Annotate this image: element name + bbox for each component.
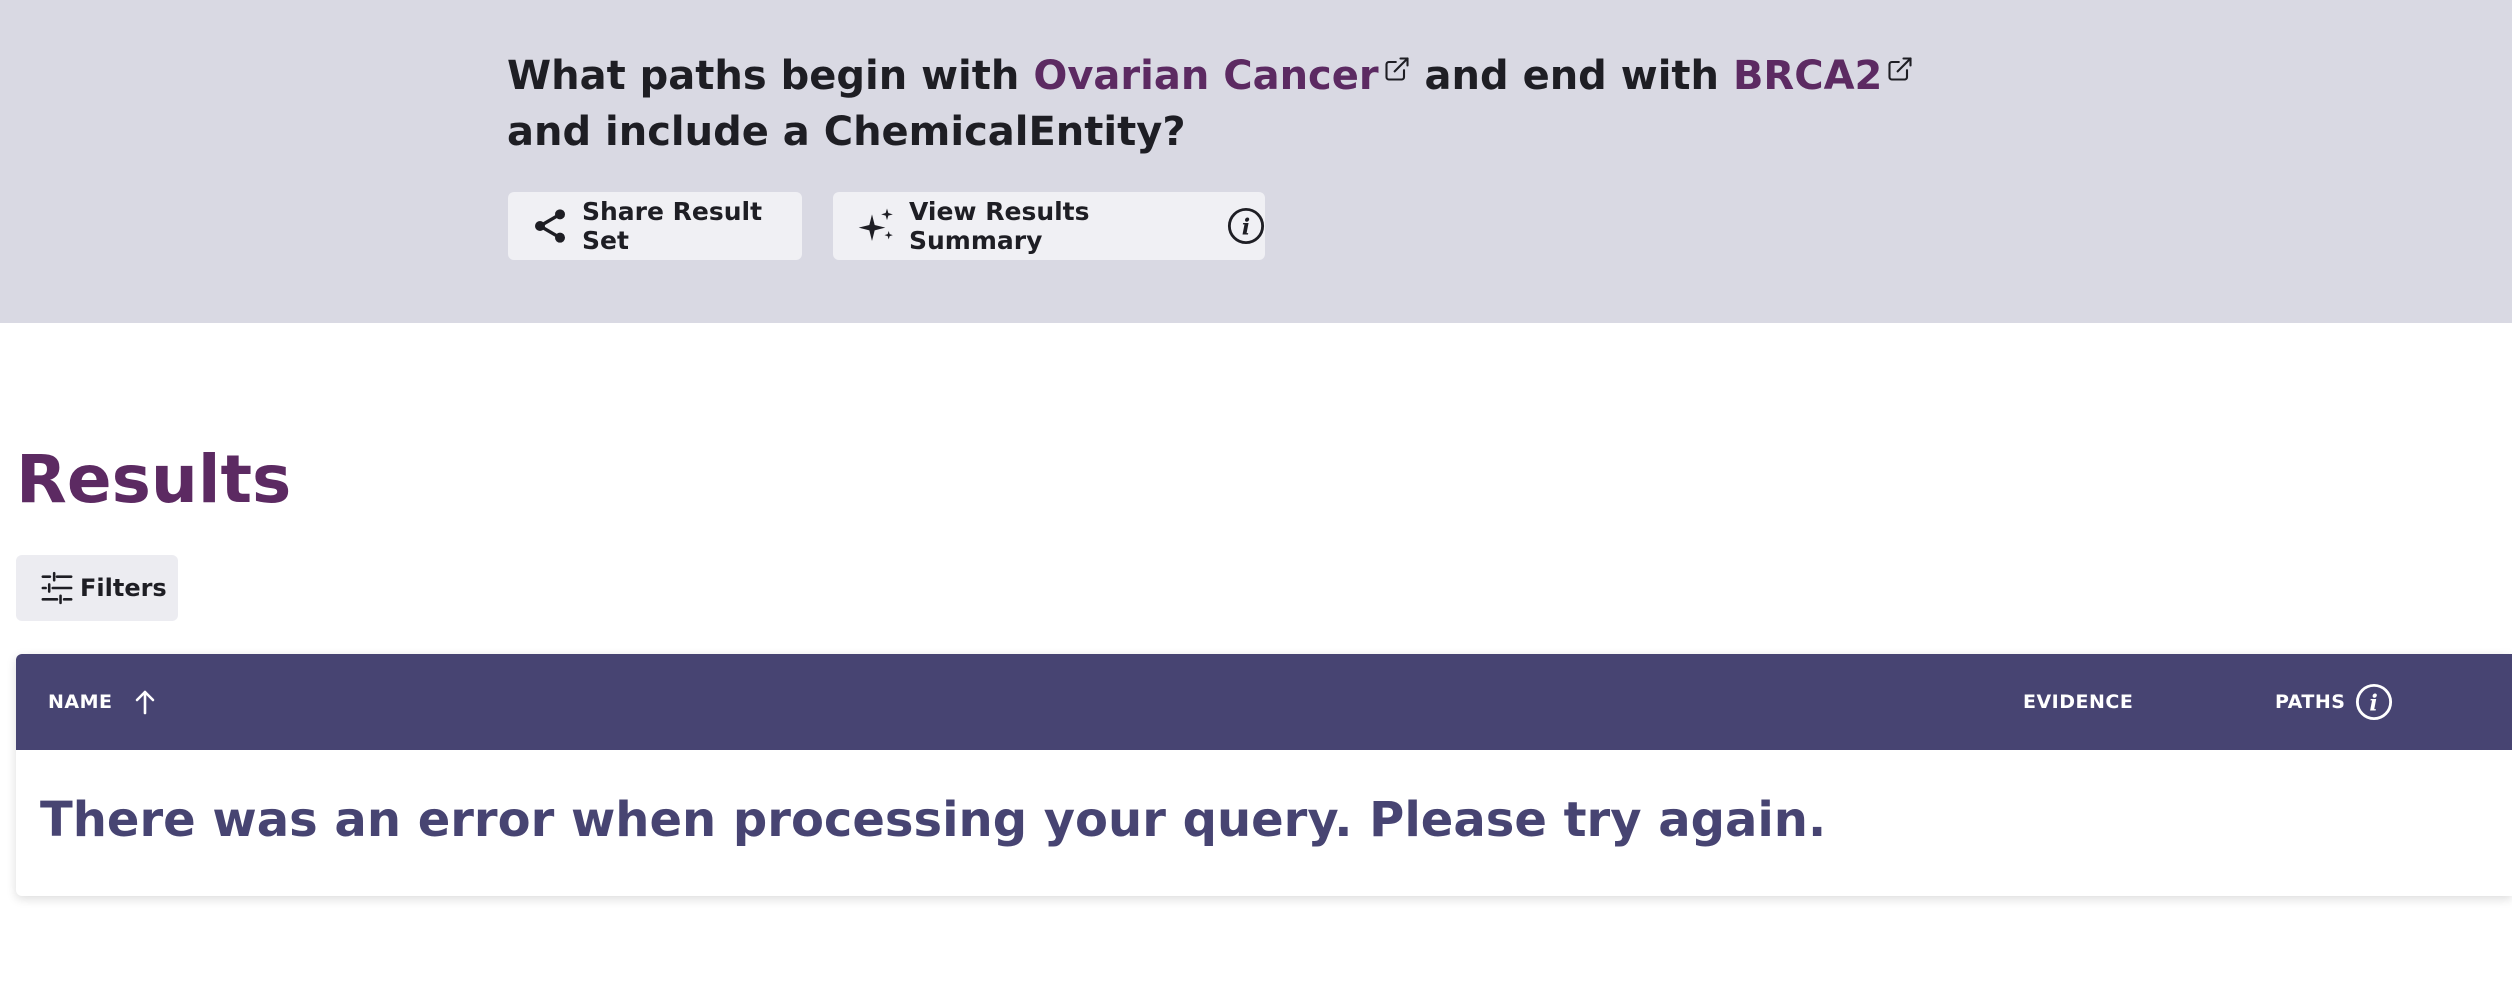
info-icon[interactable]: i [2355, 683, 2393, 721]
svg-text:i: i [2370, 691, 2379, 717]
column-paths-label: PATHS [2275, 691, 2346, 713]
query-prefix: What paths begin with [507, 53, 1020, 99]
external-link-icon [1385, 57, 1409, 81]
summary-button-label: View Results Summary [909, 197, 1090, 255]
column-header-name[interactable]: NAME [48, 654, 157, 750]
external-link-icon [1888, 57, 1912, 81]
filters-button[interactable]: Filters [16, 555, 178, 621]
sliders-icon [41, 571, 73, 605]
column-name-label: NAME [48, 691, 113, 713]
results-table: NAME EVIDENCE PATHS i There was an error… [16, 654, 2512, 896]
svg-text:i: i [1242, 215, 1250, 241]
column-header-paths: PATHS i [2275, 654, 2393, 750]
column-header-evidence: EVIDENCE [2023, 654, 2133, 750]
view-results-summary-button[interactable]: View Results Summary i [833, 192, 1265, 260]
table-header: NAME EVIDENCE PATHS i [16, 654, 2512, 750]
share-icon [535, 209, 565, 243]
sparkle-icon [858, 208, 893, 241]
query-middle: and end with [1424, 53, 1719, 99]
end-entity-link[interactable]: BRCA2 [1733, 53, 1914, 99]
results-heading: Results [16, 441, 292, 518]
share-result-set-button[interactable]: Share Result Set [508, 192, 802, 260]
info-icon[interactable]: i [1227, 207, 1265, 245]
end-entity-label: BRCA2 [1732, 53, 1883, 99]
start-entity-label: Ovarian Cancer [1033, 53, 1379, 99]
query-title: What paths begin with Ovarian Cancer and… [507, 48, 2007, 160]
query-banner: What paths begin with Ovarian Cancer and… [0, 0, 2512, 323]
share-button-label: Share Result Set [582, 197, 763, 255]
query-suffix: and include a ChemicalEntity? [507, 109, 1186, 155]
filters-label: Filters [80, 574, 167, 602]
column-evidence-label: EVIDENCE [2023, 691, 2134, 713]
start-entity-link[interactable]: Ovarian Cancer [1033, 53, 1410, 99]
arrow-up-icon [135, 690, 154, 715]
error-message: There was an error when processing your … [40, 792, 1827, 848]
